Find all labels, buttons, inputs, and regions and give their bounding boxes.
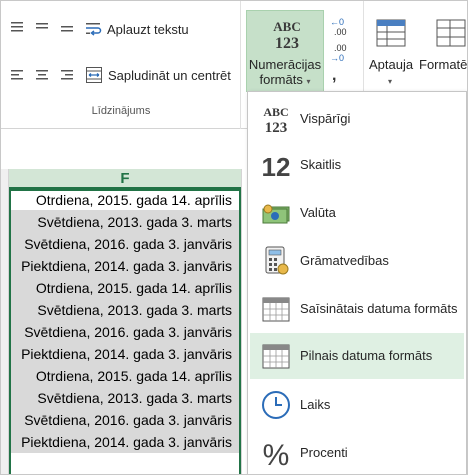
calendar-icon <box>262 344 290 369</box>
align-right-icon[interactable] <box>59 67 75 83</box>
svg-text:12: 12 <box>262 152 291 181</box>
format-as-table-button[interactable]: Aptauja <box>369 57 413 72</box>
menu-item-label: Skaitlis <box>300 157 342 172</box>
chevron-down-icon: ▾ <box>306 77 311 86</box>
clock-icon <box>262 391 290 419</box>
cell[interactable]: Svētdiena, 2013. gada 3. marts <box>9 387 241 409</box>
menu-item-label: Laiks <box>300 397 331 412</box>
svg-text:.00: .00 <box>334 43 347 53</box>
align-left-icon[interactable] <box>9 67 25 83</box>
cell[interactable]: Svētdiena, 2016. gada 3. janvāris <box>9 233 241 255</box>
number-format-label-1: Numerācijas <box>248 57 322 72</box>
menu-item-short-date[interactable]: Saīsinātais datuma formāts <box>250 286 464 332</box>
cell[interactable]: Otrdiena, 2015. gada 14. aprīlis <box>9 189 241 211</box>
menu-item-accounting[interactable]: Grāmatvedības <box>250 238 464 284</box>
align-bottom-icon[interactable] <box>59 19 75 35</box>
number-format-button[interactable]: ABC 123 Numerācijas formāts ▾ <box>246 10 324 92</box>
svg-text:ABC: ABC <box>263 105 288 119</box>
svg-text:←0: ←0 <box>330 17 344 27</box>
format-as-table-icon[interactable] <box>376 19 406 47</box>
cell[interactable]: Otrdiena, 2015. gada 14. aprīlis <box>9 277 241 299</box>
alignment-group-label: Līdzinājums <box>91 105 151 117</box>
column-gridline <box>241 169 242 474</box>
cell[interactable]: Svētdiena, 2016. gada 3. janvāris <box>9 409 241 431</box>
comma-style-button[interactable]: , <box>332 67 336 85</box>
number-12-icon: 12 <box>262 152 291 181</box>
chevron-down-icon: ▾ <box>388 77 393 86</box>
wrap-text-icon[interactable] <box>85 21 103 37</box>
svg-text:%: % <box>263 439 290 469</box>
cell[interactable]: Piektdiena, 2014. gada 3. janvāris <box>9 431 241 453</box>
menu-item-percent[interactable]: % Procenti <box>250 430 464 474</box>
svg-text:.00: .00 <box>334 27 347 37</box>
cell[interactable]: Otrdiena, 2015. gada 14. aprīlis <box>9 365 241 387</box>
cell[interactable]: Piektdiena, 2014. gada 3. janvāris <box>9 343 241 365</box>
cell[interactable]: Svētdiena, 2013. gada 3. marts <box>9 211 241 233</box>
cell-styles-button[interactable]: Formatēt <box>419 57 467 72</box>
abc-123-icon: ABC 123 <box>263 105 288 135</box>
number-format-menu: ABC 123 Vispārīgi 12 Skaitlis Valūta Grā… <box>247 91 467 474</box>
menu-item-label: Vispārīgi <box>300 111 351 126</box>
increase-decimal-icon[interactable]: ←0 .00 .00 →0 <box>330 13 352 73</box>
menu-item-general[interactable]: ABC 123 Vispārīgi <box>250 96 464 142</box>
menu-item-currency[interactable]: Valūta <box>250 190 464 236</box>
column-header-f[interactable]: F <box>9 169 241 189</box>
cell[interactable]: Svētdiena, 2013. gada 3. marts <box>9 299 241 321</box>
menu-item-label: Procenti <box>300 445 348 460</box>
number-format-icon: ABC 123 <box>273 19 300 52</box>
percent-icon: % <box>263 439 290 469</box>
menu-item-long-date[interactable]: Pilnais datuma formāts <box>250 333 464 379</box>
wrap-text-button[interactable]: Aplauzt tekstu <box>107 22 189 37</box>
align-top-icon[interactable] <box>9 19 25 35</box>
alignment-group: Aplauzt tekstu Sapludināt un centrēt Līd… <box>1 1 241 129</box>
cell[interactable]: Piektdiena, 2014. gada 3. janvāris <box>9 255 241 277</box>
merge-center-icon[interactable] <box>85 66 103 84</box>
menu-item-label: Pilnais datuma formāts <box>300 348 433 363</box>
menu-item-time[interactable]: Laiks <box>250 382 464 428</box>
excel-window: Aplauzt tekstu Sapludināt un centrēt Līd… <box>0 0 468 475</box>
cell-styles-icon[interactable] <box>436 19 466 47</box>
merge-center-button[interactable]: Sapludināt un centrēt <box>108 68 231 83</box>
svg-text:ABC: ABC <box>273 19 300 34</box>
menu-item-label: Valūta <box>300 205 336 220</box>
number-format-label-2: formāts <box>259 72 303 87</box>
menu-item-label: Saīsinātais datuma formāts <box>300 301 458 316</box>
selected-range[interactable]: Otrdiena, 2015. gada 14. aprīlis Svētdie… <box>9 189 241 453</box>
svg-text:123: 123 <box>275 35 299 52</box>
menu-item-number[interactable]: 12 Skaitlis <box>250 142 464 188</box>
align-center-icon[interactable] <box>34 67 50 83</box>
cell[interactable]: Svētdiena, 2016. gada 3. janvāris <box>9 321 241 343</box>
menu-item-label: Grāmatvedības <box>300 253 389 268</box>
svg-text:123: 123 <box>265 120 288 135</box>
calculator-icon <box>265 246 289 275</box>
currency-icon <box>262 204 290 224</box>
calendar-icon <box>262 297 290 322</box>
row-header-strip <box>1 169 9 474</box>
align-middle-icon[interactable] <box>34 19 50 35</box>
svg-text:→0: →0 <box>330 53 344 63</box>
